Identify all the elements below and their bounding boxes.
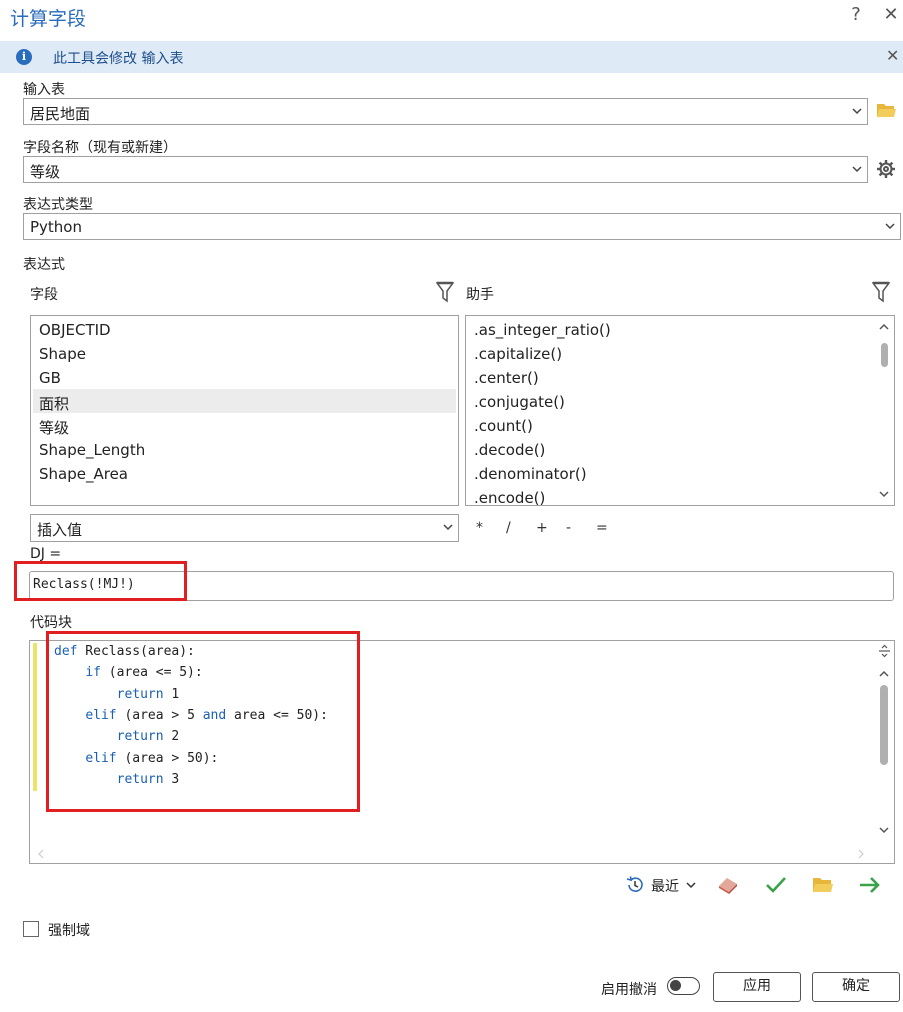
field-name-dropdown[interactable]: 等级 (23, 156, 868, 183)
title-bar: 计算字段 ? ✕ (0, 0, 903, 34)
gear-icon[interactable] (876, 159, 896, 179)
divide-button[interactable]: / (506, 520, 511, 536)
list-item[interactable]: .decode() (474, 441, 545, 459)
list-item[interactable]: .as_integer_ratio() (474, 321, 611, 339)
equals-button[interactable]: = (596, 520, 608, 536)
folder-icon[interactable] (876, 101, 897, 119)
recent-button[interactable]: 最近 (651, 876, 679, 896)
help-button[interactable]: ? (847, 4, 865, 25)
list-item[interactable]: OBJECTID (39, 321, 111, 339)
change-marker (33, 643, 37, 791)
fields-header: 字段 (30, 287, 58, 303)
input-table-label: 输入表 (23, 82, 65, 98)
list-item[interactable]: .center() (474, 369, 539, 387)
list-item[interactable]: Shape (39, 345, 86, 363)
chevron-down-icon (443, 524, 453, 531)
field-name-value: 等级 (30, 163, 61, 181)
scroll-down-icon[interactable] (878, 489, 890, 499)
eraser-icon[interactable] (717, 875, 739, 895)
scroll-up-icon[interactable] (878, 669, 890, 679)
selected-row-highlight (33, 389, 456, 413)
enforce-domains-label: 强制域 (48, 923, 90, 939)
scroll-down-icon[interactable] (878, 825, 890, 835)
input-table-dropdown[interactable]: 居民地面 (23, 98, 868, 125)
enable-undo-toggle[interactable] (667, 977, 700, 995)
fields-list[interactable]: OBJECTID Shape GB 面积 等级 Shape_Length Sha… (30, 315, 459, 506)
enable-undo-label: 启用撤消 (601, 982, 657, 998)
helpers-header: 助手 (466, 287, 494, 303)
ok-button[interactable]: 确定 (812, 972, 900, 1002)
target-field-label: DJ = (30, 546, 62, 562)
insert-value-label: 插入值 (37, 521, 83, 539)
helpers-list[interactable]: .as_integer_ratio() .capitalize() .cente… (465, 315, 895, 506)
list-item[interactable]: .encode() (474, 489, 545, 505)
toggle-knob (670, 980, 681, 991)
list-item[interactable]: Shape_Area (39, 465, 128, 483)
highlight-box (14, 561, 187, 601)
scroll-thumb[interactable] (881, 343, 888, 367)
code-vertical-scrollbar[interactable] (875, 641, 894, 844)
chevron-down-icon (852, 166, 862, 173)
expression-type-dropdown[interactable]: Python (23, 213, 901, 240)
field-name-label: 字段名称（现有或新建） (23, 140, 177, 156)
list-item[interactable]: .capitalize() (474, 345, 562, 363)
operator-buttons: * / + - = (465, 520, 625, 540)
apply-button[interactable]: 应用 (713, 972, 801, 1002)
list-item[interactable]: .count() (474, 417, 533, 435)
expression-type-value: Python (30, 218, 82, 236)
list-item[interactable]: 等级 (39, 417, 69, 438)
chevron-down-icon (852, 108, 862, 115)
multiply-button[interactable]: * (476, 520, 483, 536)
expression-type-label: 表达式类型 (23, 197, 93, 213)
enforce-domains-checkbox[interactable] (23, 921, 39, 937)
list-item[interactable]: 面积 (39, 393, 69, 414)
scroll-right-icon[interactable] (857, 849, 865, 859)
code-block-label: 代码块 (30, 615, 72, 631)
add-button[interactable]: + (536, 520, 548, 536)
helpers-scrollbar[interactable] (876, 318, 892, 503)
list-item[interactable]: .conjugate() (474, 393, 565, 411)
filter-icon[interactable] (436, 281, 454, 303)
folder-open-icon[interactable] (812, 876, 834, 894)
list-item[interactable]: GB (39, 369, 61, 387)
info-banner: i 此工具会修改 输入表 ✕ (0, 41, 903, 73)
insert-value-dropdown[interactable]: 插入值 (30, 514, 459, 542)
scroll-thumb[interactable] (880, 685, 888, 765)
split-view-icon[interactable] (878, 644, 891, 658)
scroll-left-icon[interactable] (37, 849, 45, 859)
list-item[interactable]: .denominator() (474, 465, 587, 483)
history-icon[interactable] (625, 875, 645, 895)
scroll-up-icon[interactable] (878, 322, 890, 332)
info-text: 此工具会修改 输入表 (53, 51, 184, 67)
chevron-down-icon (885, 223, 895, 230)
close-button[interactable]: ✕ (882, 4, 900, 25)
window-title: 计算字段 (10, 8, 87, 30)
save-arrow-icon[interactable] (858, 875, 882, 895)
expression-label: 表达式 (23, 257, 65, 273)
verify-check-icon[interactable] (765, 875, 787, 895)
code-horizontal-scrollbar[interactable] (30, 845, 875, 863)
info-close-button[interactable]: ✕ (886, 46, 899, 65)
filter-icon[interactable] (872, 281, 890, 303)
list-item[interactable]: Shape_Length (39, 441, 145, 459)
subtract-button[interactable]: - (566, 520, 571, 536)
info-icon: i (16, 49, 32, 65)
highlight-box (46, 631, 360, 812)
chevron-down-icon[interactable] (685, 880, 697, 890)
input-table-value: 居民地面 (30, 105, 91, 123)
